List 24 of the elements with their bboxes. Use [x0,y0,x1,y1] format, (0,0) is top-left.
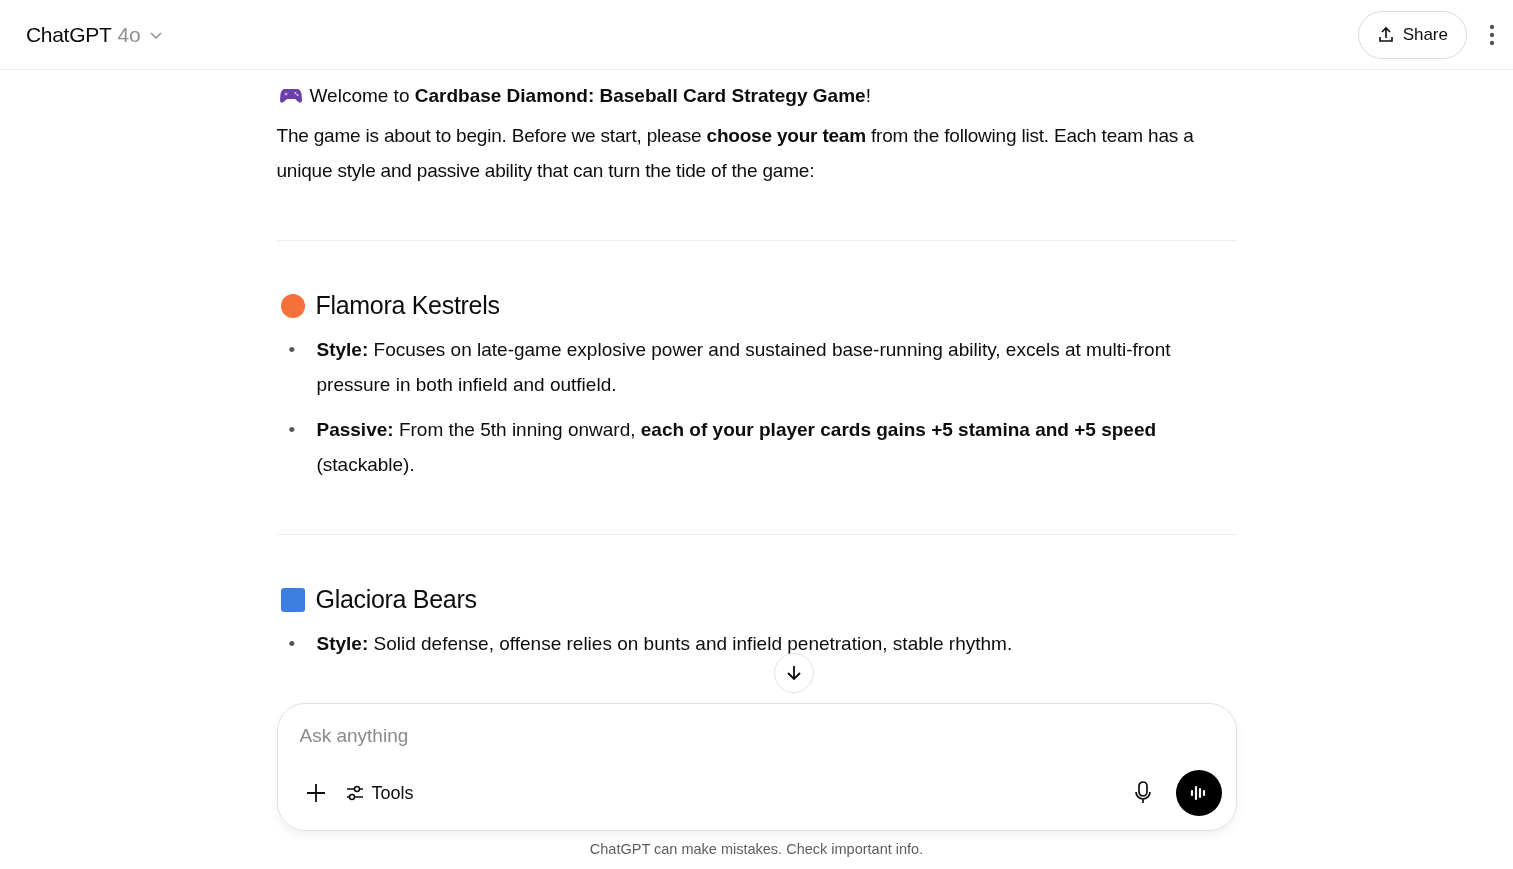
disclaimer-text: ChatGPT can make mistakes. Check important info. [589,841,924,857]
arrow-down-icon [785,664,803,682]
sliders-icon [345,784,364,802]
gamepad-icon [279,88,302,104]
voice-mode-button[interactable] [1175,770,1222,816]
bullet-marker: • [288,338,297,362]
plus-icon [305,783,326,803]
team-heading: Glaciora Bears [315,585,477,614]
upload-icon [1376,25,1395,44]
share-button[interactable]: Share [1357,10,1467,59]
intro-paragraph: The game is about to begin. Before we start, please choose your team from the following list. Each team has a unique style and passive ability that can turn the tide of the game: [276,124,1195,183]
bullet-marker: • [288,632,297,656]
bullet-text: Passive: From the 5th inning onward, each of your player cards gains +5 stamina and +5 speed (stackable). [316,418,1158,477]
microphone-icon [1133,781,1152,805]
bullet-text: Style: Focuses on late-game explosive power and sustained base-running ability, excels at multi-front pressure in both infield and outfield. [316,338,1172,397]
welcome-text: Welcome to Cardbase Diamond: Baseball Card Strategy Game! [309,84,871,108]
scroll-down-button[interactable] [774,653,814,693]
message-input[interactable]: Ask anything Tools [276,703,1237,831]
bullet-text: Style: Solid defense, offense relies on bunts and infield penetration, stable rhythm. [316,632,1013,656]
app-title[interactable]: ChatGPT [26,22,112,47]
bullet-marker: • [288,418,297,442]
team-heading: Flamora Kestrels [315,291,500,320]
tools-button[interactable]: Tools [339,776,420,810]
vertical-dots-icon [1489,23,1495,46]
